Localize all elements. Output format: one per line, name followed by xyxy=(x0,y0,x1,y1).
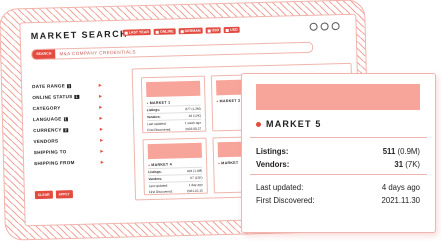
listings-value: 511 (0.9M) xyxy=(383,147,420,156)
filter-label: CURRENCY xyxy=(33,127,62,134)
filter-list: DATE RANGE 1 ▶ ONLINE STATUS 1 ▶ CATEGORY ▶ L… xyxy=(32,79,104,169)
updated-label: Last updated: xyxy=(147,121,167,127)
vendors-count: 31 xyxy=(394,160,404,169)
chip-check-icon xyxy=(180,29,184,33)
listings-label: Listings: xyxy=(146,107,161,113)
chip-label: USD xyxy=(230,27,238,32)
search-input[interactable] xyxy=(55,43,304,59)
chip-last-year[interactable]: LAST YEAR xyxy=(122,29,152,36)
filter-label: VENDORS xyxy=(33,138,59,145)
listings-value: 877 (1.2M) xyxy=(185,106,201,112)
market-name: MARKET 5 xyxy=(256,119,322,129)
chip-check-icon xyxy=(207,28,211,33)
chip-check-icon xyxy=(124,31,128,35)
listings-label: Listings: xyxy=(256,147,289,156)
updated-label: Last updated: xyxy=(148,183,169,189)
vendors-row: Vendors: 31 (7K) xyxy=(256,160,420,169)
chip-check-icon xyxy=(155,30,160,34)
updated-row: Last updated: 4 days ago xyxy=(256,183,420,192)
clear-button[interactable]: CLEAR xyxy=(34,190,53,200)
updated-value: 4 days ago xyxy=(381,183,420,192)
market-name-text: MARKET 5 xyxy=(266,119,322,129)
market-banner xyxy=(147,142,202,160)
listings-value: 924 (1.4M) xyxy=(186,168,203,174)
chevron-right-icon: ▶ xyxy=(98,82,103,88)
filter-label: CATEGORY xyxy=(32,105,61,112)
filter-count-badge: 1 xyxy=(67,84,72,89)
window-dot-icon[interactable] xyxy=(320,22,329,31)
filter-label: DATE RANGE xyxy=(32,83,66,90)
chevron-right-icon: ▶ xyxy=(98,93,103,99)
discovered-value: 2022.08.27 xyxy=(185,126,202,132)
page-title: MARKET SEARCH xyxy=(30,28,129,42)
chip-usd-2[interactable]: USD xyxy=(224,26,240,34)
divider xyxy=(250,174,427,175)
chevron-right-icon: ▶ xyxy=(100,137,104,143)
apply-button[interactable]: APPLY xyxy=(55,190,73,199)
discovered-label: First Discovered: xyxy=(256,196,315,205)
chevron-right-icon: ▶ xyxy=(100,159,105,165)
chip-label: GERMAN xyxy=(184,28,201,34)
discovered-row: First Discovered: 2022.08.27 xyxy=(147,126,201,132)
market-banner xyxy=(145,80,201,98)
chip-label: LAST YEAR xyxy=(128,30,150,35)
vendors-value: 62 (12K) xyxy=(188,113,201,119)
listings-label: Listings: xyxy=(148,169,162,175)
listings-total: (0.9M) xyxy=(397,147,420,156)
filter-count-badge: 1 xyxy=(74,94,79,100)
chevron-right-icon: ▶ xyxy=(100,148,104,154)
chip-german[interactable]: GERMAN xyxy=(178,27,203,35)
discovered-value: 2021.10.15 xyxy=(186,188,203,194)
discovered-row: First Discovered: 2021.10.15 xyxy=(149,188,203,194)
vendors-label: Vendors: xyxy=(148,176,163,182)
filter-count-badge: 1 xyxy=(63,117,68,122)
filter-label: LANGUAGE xyxy=(32,116,62,123)
filter-shipping-from[interactable]: SHIPPING FROM ▶ xyxy=(34,156,104,169)
window-controls xyxy=(309,22,340,31)
chip-usd[interactable]: USD xyxy=(205,27,222,34)
vendors-total: (7K) xyxy=(405,160,420,169)
window-dot-icon[interactable] xyxy=(309,22,318,31)
updated-label: Last updated: xyxy=(256,183,304,192)
divider xyxy=(250,137,427,138)
updated-value: 1 week ago xyxy=(184,120,202,126)
discovered-label: First Discovered: xyxy=(148,189,173,195)
filter-label: ONLINE STATUS xyxy=(32,94,73,101)
chip-check-icon xyxy=(226,28,230,32)
market-detail-card[interactable]: MARKET 5 Listings: 511 (0.9M) Vendors: 3… xyxy=(241,73,436,233)
chevron-right-icon: ▶ xyxy=(99,126,104,132)
vendors-label: Vendors: xyxy=(146,114,161,120)
listings-count: 511 xyxy=(382,147,396,156)
vendors-label: Vendors: xyxy=(256,160,290,169)
discovered-value: 2021.11.30 xyxy=(381,196,420,205)
active-filter-chips: LAST YEAR ONLINE GERMAN USD USD xyxy=(122,26,240,36)
filter-label: SHIPPING TO xyxy=(33,149,67,156)
discovered-label: First Discovered: xyxy=(147,127,172,133)
chevron-right-icon: ▶ xyxy=(99,104,103,110)
market-card[interactable]: MARKET 4 Listings:924 (1.4M) Vendors:67 … xyxy=(142,137,208,196)
status-dot-icon xyxy=(256,121,261,127)
search-button[interactable]: SEARCH xyxy=(32,49,56,60)
vendors-value: 31 (7K) xyxy=(394,160,420,169)
vendors-value: 67 (15K) xyxy=(190,175,203,181)
filter-label: SHIPPING FROM xyxy=(34,160,75,167)
filter-actions: CLEAR APPLY xyxy=(34,190,73,200)
chip-label: ONLINE xyxy=(159,29,174,34)
chip-online[interactable]: ONLINE xyxy=(153,28,176,35)
chevron-right-icon: ▶ xyxy=(99,115,103,121)
discovered-row: First Discovered: 2021.11.30 xyxy=(256,196,420,205)
market-banner xyxy=(256,84,420,110)
chip-label: USD xyxy=(211,28,220,33)
window-dot-icon[interactable] xyxy=(331,22,340,31)
market-card[interactable]: MARKET 1 Listings:877 (1.2M) Vendors:62 … xyxy=(140,75,207,134)
search-bar: SEARCH xyxy=(31,41,314,61)
filter-count-badge: 2 xyxy=(63,128,69,133)
updated-value: 1 day ago xyxy=(188,182,203,188)
listings-row: Listings: 511 (0.9M) xyxy=(256,147,420,156)
